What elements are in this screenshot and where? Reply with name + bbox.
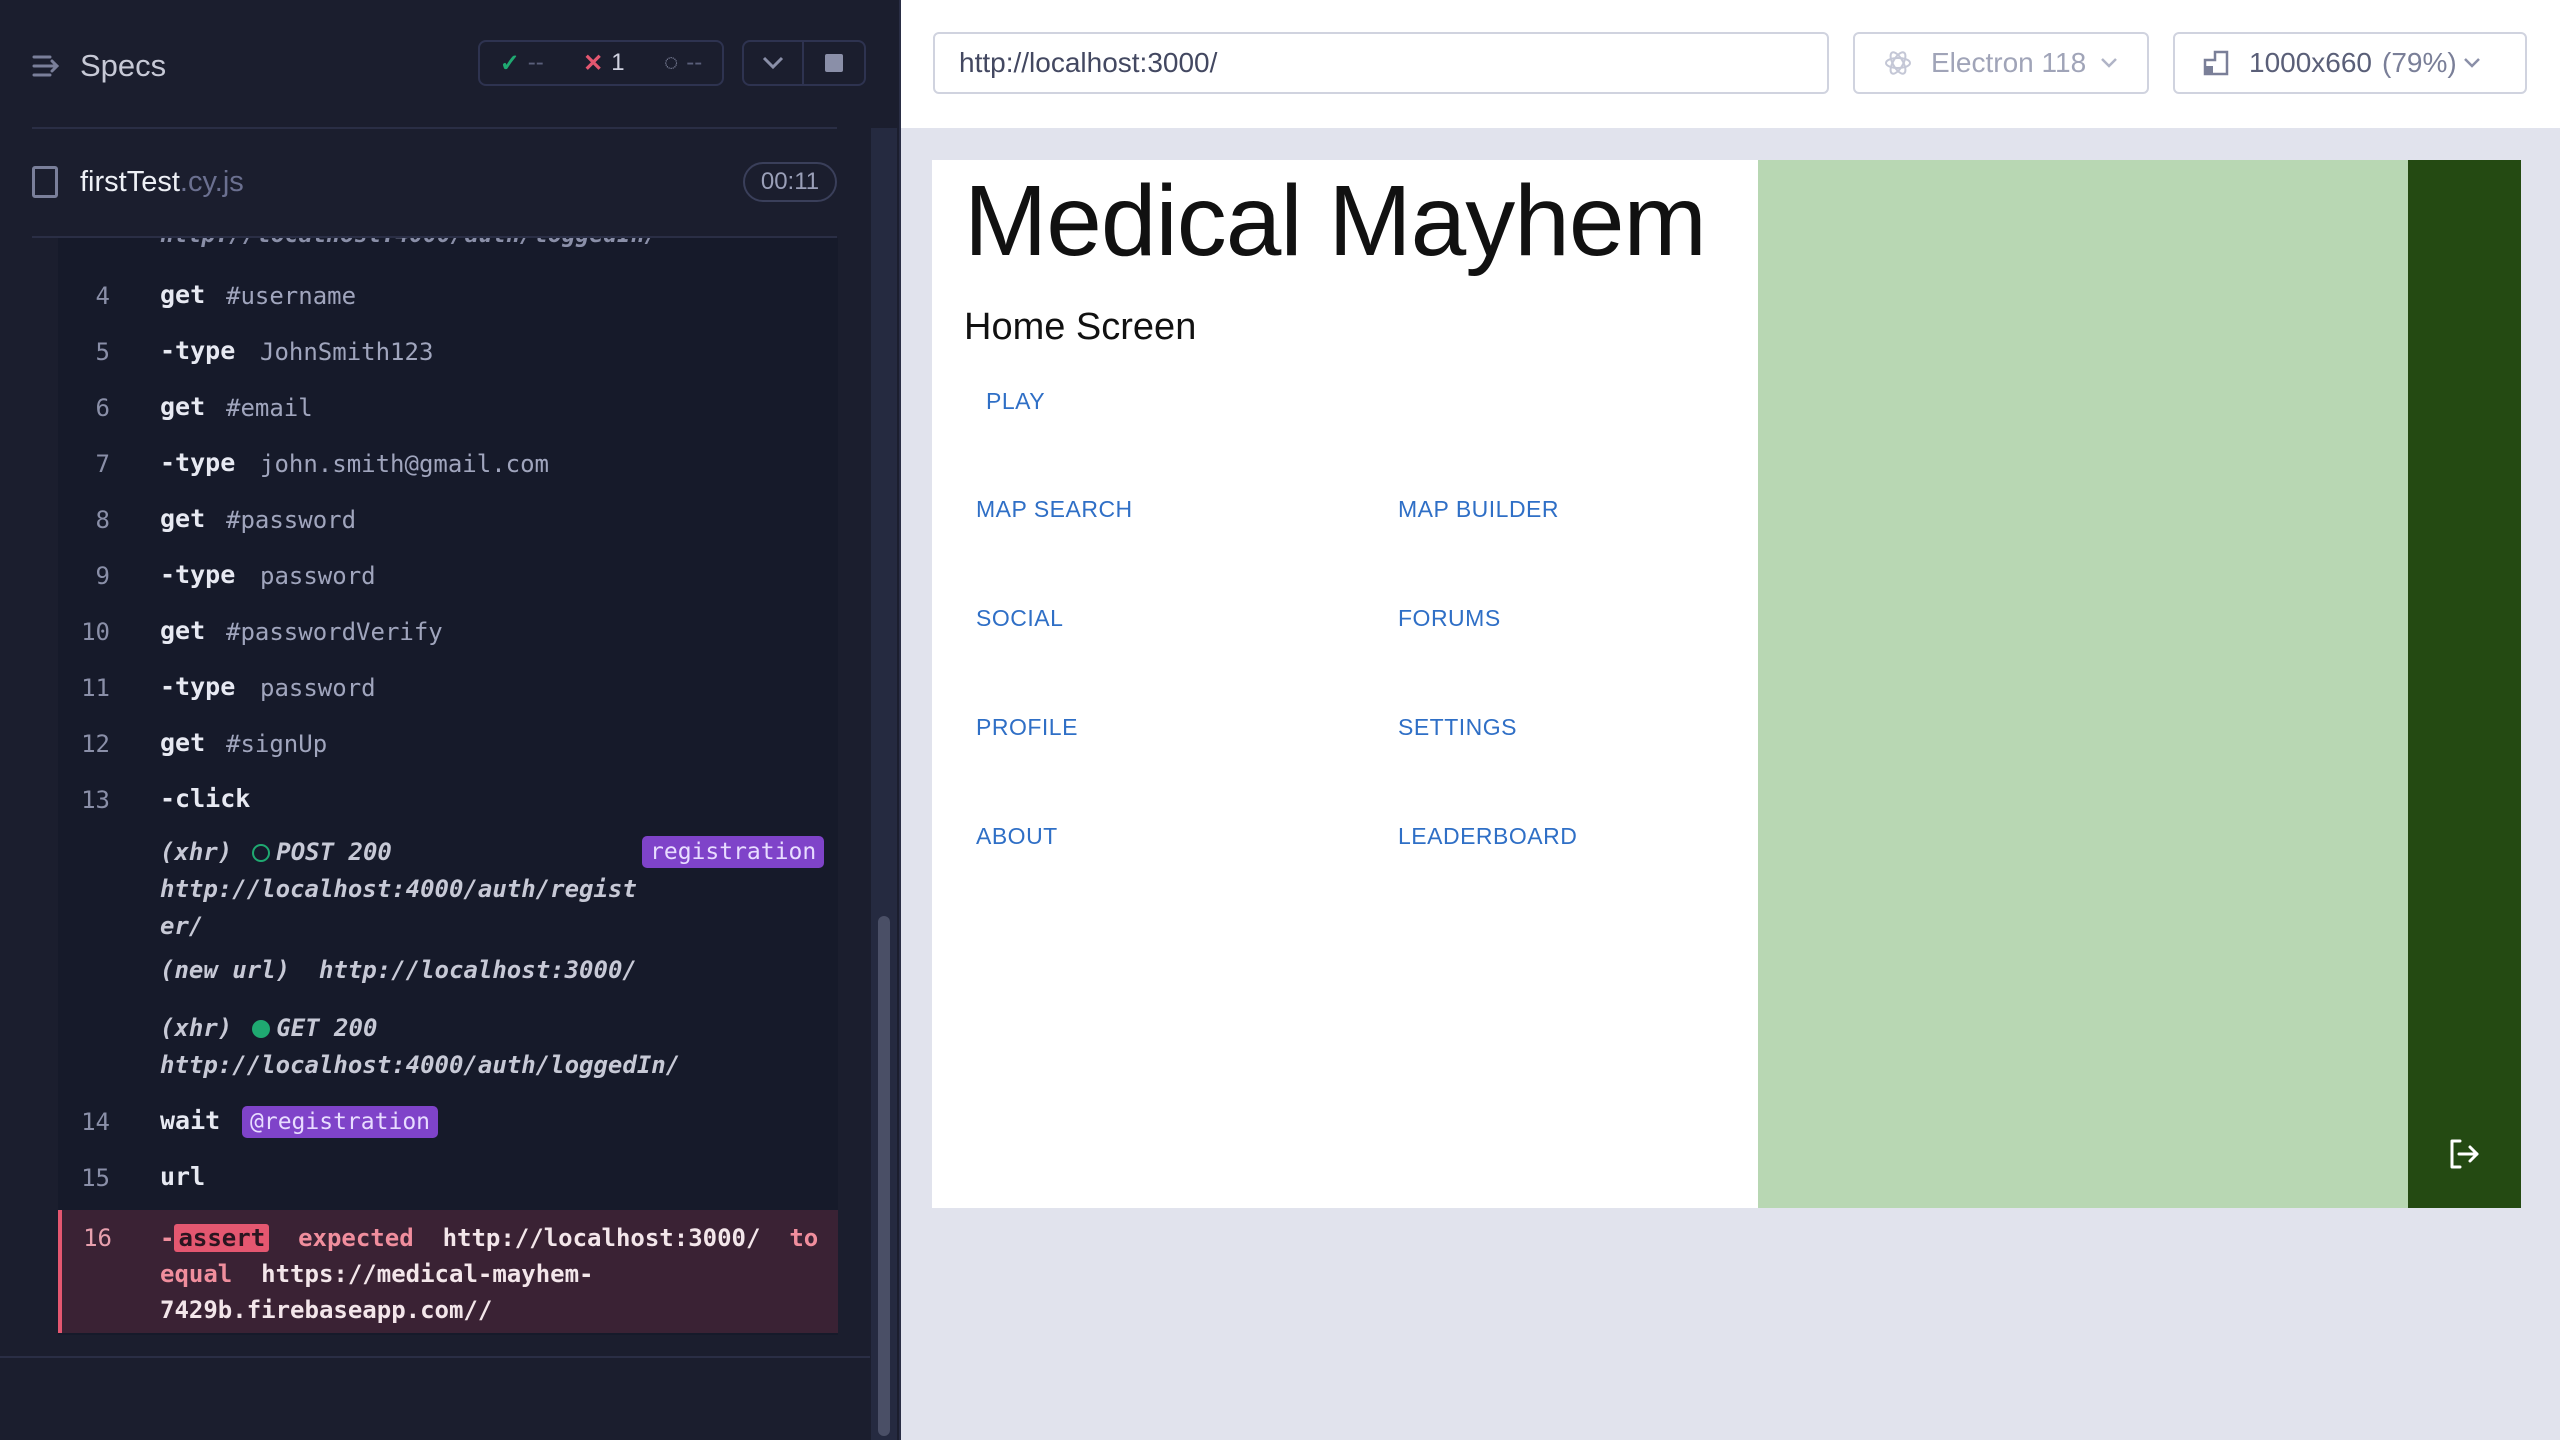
viewport-size: 1000x660: [2249, 47, 2373, 78]
failed-count: 1: [611, 49, 625, 76]
map-search-link[interactable]: MAP SEARCH: [976, 496, 1133, 523]
app-under-test: Medical Mayhem Home Screen PLAY MAP SEAR…: [932, 160, 2521, 1208]
stop-button[interactable]: [804, 40, 866, 86]
command-row[interactable]: 7 -type john.smith@gmail.com: [58, 436, 838, 492]
command-row[interactable]: 15 url: [58, 1150, 838, 1206]
x-icon: ✕: [583, 49, 604, 77]
about-link[interactable]: ABOUT: [976, 823, 1058, 850]
forums-link[interactable]: FORUMS: [1398, 605, 1501, 632]
passed-count: --: [527, 49, 544, 76]
command-row[interactable]: 11 -type password: [58, 660, 838, 716]
pending-icon: ◌: [664, 49, 679, 76]
assertion-error-row[interactable]: 16 - assert expected http://localhost:300…: [58, 1210, 838, 1333]
command-row[interactable]: 9 -type password: [58, 548, 838, 604]
command-log: http://localhost:4000/auth/loggedIn/ 4ge…: [58, 238, 838, 1335]
social-link[interactable]: SOCIAL: [976, 605, 1063, 632]
spec-title-row: firstTest.cy.js 00:11: [32, 160, 837, 206]
app-title: Medical Mayhem: [964, 165, 1707, 277]
command-row[interactable]: 14 wait @registration: [58, 1094, 838, 1150]
command-row[interactable]: 8 get #password: [58, 492, 838, 548]
profile-link[interactable]: PROFILE: [976, 714, 1078, 741]
ruler-icon: [2203, 50, 2229, 76]
url-bar[interactable]: http://localhost:3000/: [933, 32, 1829, 94]
command-row[interactable]: 4 get #username: [58, 268, 838, 324]
wait-alias-badge: @registration: [242, 1106, 439, 1138]
chevron-down-icon: [762, 56, 784, 70]
aut-header: http://localhost:3000/ Electron 118 1000…: [901, 0, 2560, 128]
viewport-selector[interactable]: 1000x660 (79%): [2173, 32, 2527, 94]
leaderboard-link[interactable]: LEADERBOARD: [1398, 823, 1577, 850]
success-dot-icon: [252, 1020, 271, 1038]
browser-selector[interactable]: Electron 118: [1853, 32, 2149, 94]
test-stats: ✓ -- ✕ 1 ◌ --: [478, 40, 724, 86]
divider: [0, 1356, 870, 1358]
scrollbar-thumb[interactable]: [878, 916, 890, 1436]
play-link[interactable]: PLAY: [986, 388, 1045, 415]
xhr-log-get[interactable]: (xhr) GET 200 http://localhost:4000/auth/…: [160, 1010, 680, 1084]
reporter-header: Specs ✓ -- ✕ 1 ◌ --: [0, 0, 899, 128]
duration-timer: 00:11: [743, 162, 837, 202]
green-panel: [1758, 160, 2410, 1208]
chevron-down-icon: [2101, 58, 2118, 68]
electron-icon: [1885, 51, 1911, 75]
map-builder-link[interactable]: MAP BUILDER: [1398, 496, 1559, 523]
assert-tag: assert: [174, 1224, 270, 1252]
xhr-log-post[interactable]: (xhr) POST 200 http://localhost:4000/auth…: [160, 834, 660, 945]
menu-collapse-icon: [32, 51, 62, 81]
logout-icon[interactable]: [2446, 1136, 2482, 1172]
specs-toggle[interactable]: Specs: [32, 44, 166, 88]
command-row[interactable]: 12 get #signUp: [58, 716, 838, 772]
specs-label: Specs: [80, 48, 167, 83]
settings-link[interactable]: SETTINGS: [1398, 714, 1517, 741]
divider: [32, 127, 837, 129]
truncated-log-line: http://localhost:4000/auth/loggedIn/: [160, 238, 659, 248]
spec-name: firstTest.cy.js: [80, 166, 244, 198]
command-row[interactable]: 6 get #email: [58, 380, 838, 436]
screen-heading: Home Screen: [964, 306, 1197, 348]
expand-all-button[interactable]: [742, 40, 804, 86]
browser-label: Electron 118: [1931, 47, 2087, 78]
new-url-log[interactable]: (new url) http://localhost:3000/: [160, 952, 637, 989]
chevron-down-icon: [2463, 58, 2480, 68]
command-row[interactable]: 5 -type JohnSmith123: [58, 324, 838, 380]
reporter-panel: Specs ✓ -- ✕ 1 ◌ -- firstTest.cy.js 00:11 h…: [0, 0, 899, 1440]
check-icon: ✓: [499, 49, 520, 77]
command-row[interactable]: 10 get #passwordVerify: [58, 604, 838, 660]
command-row[interactable]: 13 -click: [58, 772, 838, 828]
stop-icon: [825, 54, 843, 72]
viewport-scale: (79%): [2382, 47, 2457, 78]
document-icon: [32, 166, 58, 198]
pending-count: --: [686, 49, 703, 76]
alias-badge: registration: [642, 836, 825, 868]
sidebar-dark: [2408, 160, 2521, 1208]
pending-dot-icon: [252, 844, 271, 862]
